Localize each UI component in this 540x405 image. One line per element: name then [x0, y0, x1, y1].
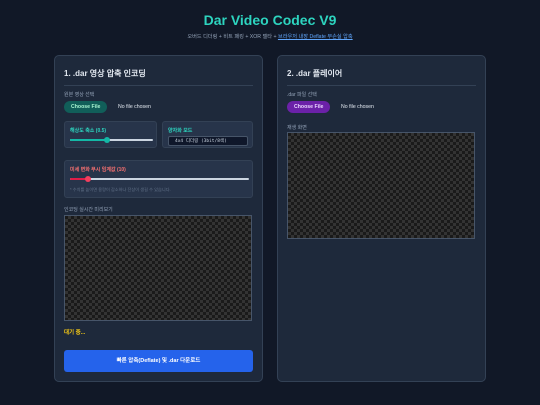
- quant-mode-select[interactable]: 4x4 디더링 (3bit/8색): [168, 136, 248, 146]
- scale-slider[interactable]: [70, 137, 153, 143]
- threshold-hint: * 수치를 높이면 용량이 감소하나 잔상이 생길 수 있습니다.: [70, 187, 171, 192]
- page-subtitle: 오버드 디더링 + 비트 패킹 + XOR 델타 + 브라우저 내장 Defla…: [0, 33, 540, 40]
- encoder-choose-file-button[interactable]: Choose File: [64, 101, 108, 113]
- screen-label: 재생 화면: [287, 125, 307, 131]
- scale-slider-fill: [70, 139, 107, 141]
- threshold-label: 미세 변화 무시 임계값 (10): [70, 167, 126, 173]
- source-video-label: 원본 영상 선택: [64, 92, 95, 98]
- threshold-control: 미세 변화 무시 임계값 (10) * 수치를 높이면 용량이 감소하나 잔상이…: [64, 160, 253, 198]
- player-divider: [287, 85, 476, 86]
- subtitle-link[interactable]: 브라우저 내장 Deflate 무손실 압축: [278, 34, 353, 40]
- encoder-panel: 1. .dar 영상 압축 인코딩 원본 영상 선택 Choose File N…: [54, 55, 263, 382]
- player-panel: 2. .dar 플레이어 .dar 파일 선택 Choose File No f…: [277, 55, 486, 382]
- compress-download-button[interactable]: 빠른 압축(Deflate) 및 .dar 다운로드: [64, 350, 253, 372]
- encoder-title: 1. .dar 영상 압축 인코딩: [64, 69, 146, 78]
- scale-slider-thumb[interactable]: [103, 137, 110, 143]
- page-title: Dar Video Codec V9: [203, 12, 337, 28]
- threshold-slider-thumb[interactable]: [84, 176, 91, 182]
- encoder-divider: [64, 85, 253, 86]
- dar-file-label: .dar 파일 선택: [287, 92, 317, 98]
- encoder-file-status: No file chosen: [118, 104, 151, 110]
- player-screen-canvas: [287, 132, 475, 239]
- quant-label: 양자화 모드: [168, 128, 193, 134]
- quant-control: 양자화 모드 4x4 디더링 (3bit/8색): [162, 121, 253, 148]
- player-choose-file-button[interactable]: Choose File: [287, 101, 331, 113]
- encoder-preview-canvas: [64, 215, 252, 321]
- encoder-status: 대기 중...: [64, 330, 86, 336]
- subtitle-text: 오버드 디더링 + 비트 패킹 + XOR 델타 +: [187, 34, 278, 40]
- threshold-slider[interactable]: [70, 176, 249, 182]
- scale-control: 해상도 축소 (0.5): [64, 121, 157, 148]
- player-title: 2. .dar 플레이어: [287, 69, 343, 78]
- scale-label: 해상도 축소 (0.5): [70, 128, 107, 134]
- preview-label: 인코딩 실시간 미리보기: [64, 207, 113, 213]
- player-file-status: No file chosen: [341, 104, 374, 110]
